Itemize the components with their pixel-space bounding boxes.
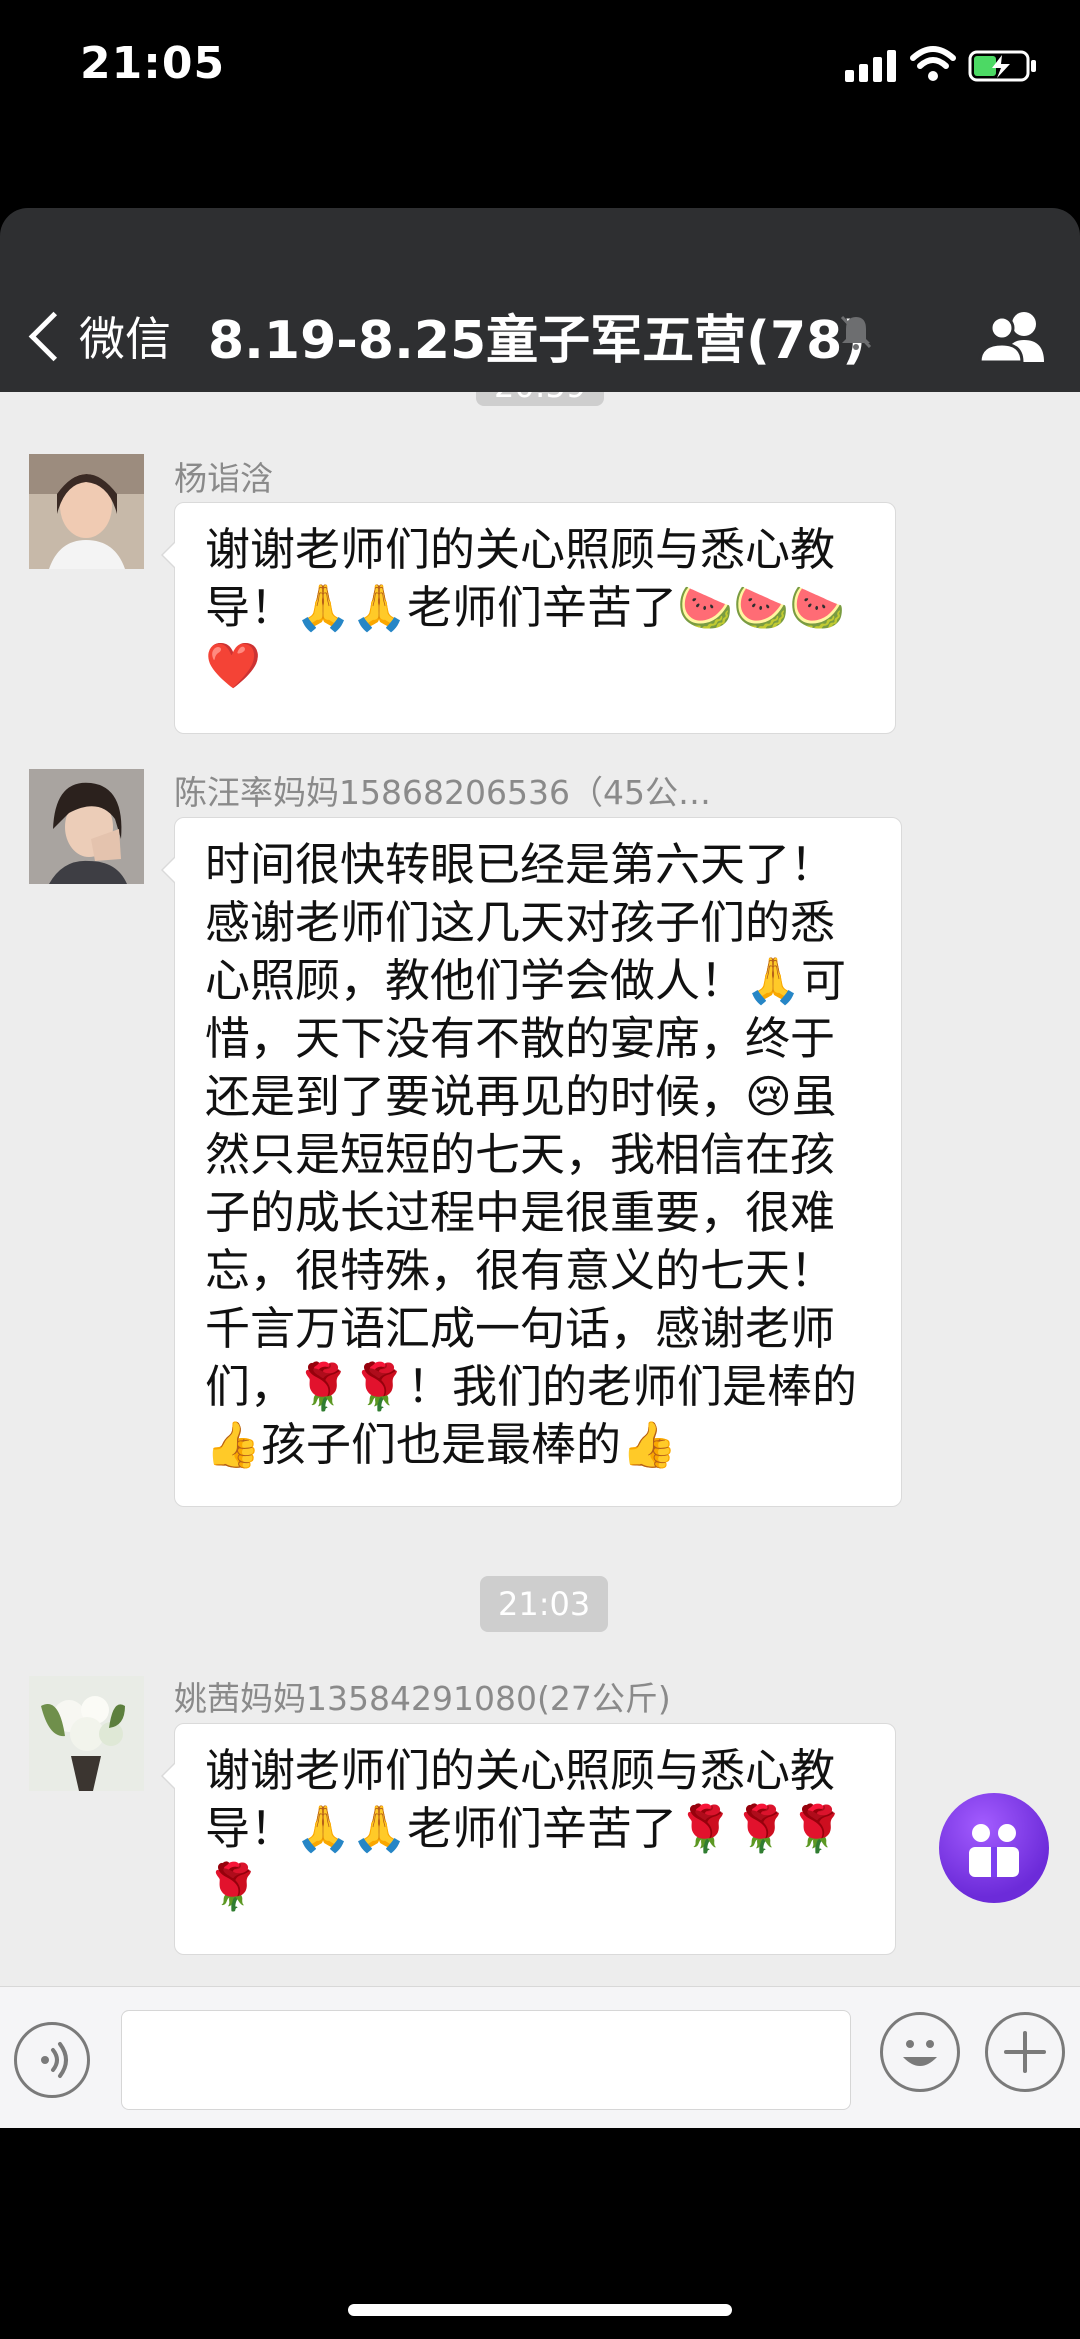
status-bar: 21:05 (0, 0, 1080, 140)
home-indicator[interactable] (348, 2304, 732, 2316)
avatar[interactable] (29, 769, 144, 884)
mute-bell-icon (840, 315, 872, 350)
time-divider: 20:59 (476, 392, 605, 406)
cellular-signal-icon (845, 50, 897, 82)
message-text: 谢谢老师们的关心照顾与悉心教导！🙏🙏老师们辛苦了🌹🌹🌹🌹 (205, 1744, 846, 1913)
voice-input-button[interactable] (14, 2022, 90, 2098)
group-members-icon[interactable] (972, 308, 1052, 364)
message-text: 谢谢老师们的关心照顾与悉心教导！🙏🙏老师们辛苦了🍉🍉🍉❤️ (205, 523, 846, 692)
back-label: 微信 (79, 312, 171, 366)
message-bubble[interactable]: 时间很快转眼已经是第六天了！感谢老师们这几天对孩子们的悉心照顾，教他们学会做人！… (161, 817, 902, 1507)
plus-icon (1004, 2031, 1046, 2073)
chat-title: 8.19-8.25童子军五营(78) (208, 311, 867, 371)
voice-wave-icon (41, 2042, 68, 2078)
back-button[interactable]: 微信 (24, 296, 171, 376)
battery-charging-icon (968, 50, 1036, 82)
message-bubble[interactable]: 谢谢老师们的关心照顾与悉心教导！🙏🙏老师们辛苦了🌹🌹🌹🌹 (161, 1723, 896, 1955)
status-time: 21:05 (80, 38, 226, 89)
sender-name: 陈汪率妈妈15868206536（45公… (174, 773, 711, 812)
avatar[interactable] (29, 454, 144, 569)
sender-name: 姚茜妈妈13584291080(27公斤) (174, 1679, 671, 1718)
message-input-bar (0, 1986, 1080, 2129)
chat-header: 微信 8.19-8.25童子军五营(78) (0, 208, 1080, 392)
message-text: 时间很快转眼已经是第六天了！感谢老师们这几天对孩子们的悉心照顾，教他们学会做人！… (205, 838, 858, 1471)
message-bubble[interactable]: 谢谢老师们的关心照顾与悉心教导！🙏🙏老师们辛苦了🍉🍉🍉❤️ (161, 502, 896, 734)
sender-name: 杨诣浛 (174, 459, 273, 498)
time-divider: 21:03 (480, 1576, 609, 1632)
smiley-face-icon (903, 2040, 937, 2066)
floating-assistant-button[interactable] (939, 1793, 1049, 1903)
gift-face-icon (969, 1824, 1019, 1877)
wifi-icon (910, 46, 956, 81)
chat-message-list[interactable]: 20:59 杨诣浛 谢谢老师们的关心照顾与悉心教导！🙏🙏老师们辛苦了🍉🍉🍉❤️ … (0, 392, 1080, 1986)
message-input[interactable] (121, 2010, 851, 2110)
chevron-left-icon (28, 311, 79, 361)
emoji-button[interactable] (880, 2012, 960, 2092)
more-options-button[interactable] (985, 2012, 1065, 2092)
avatar[interactable] (29, 1676, 144, 1791)
